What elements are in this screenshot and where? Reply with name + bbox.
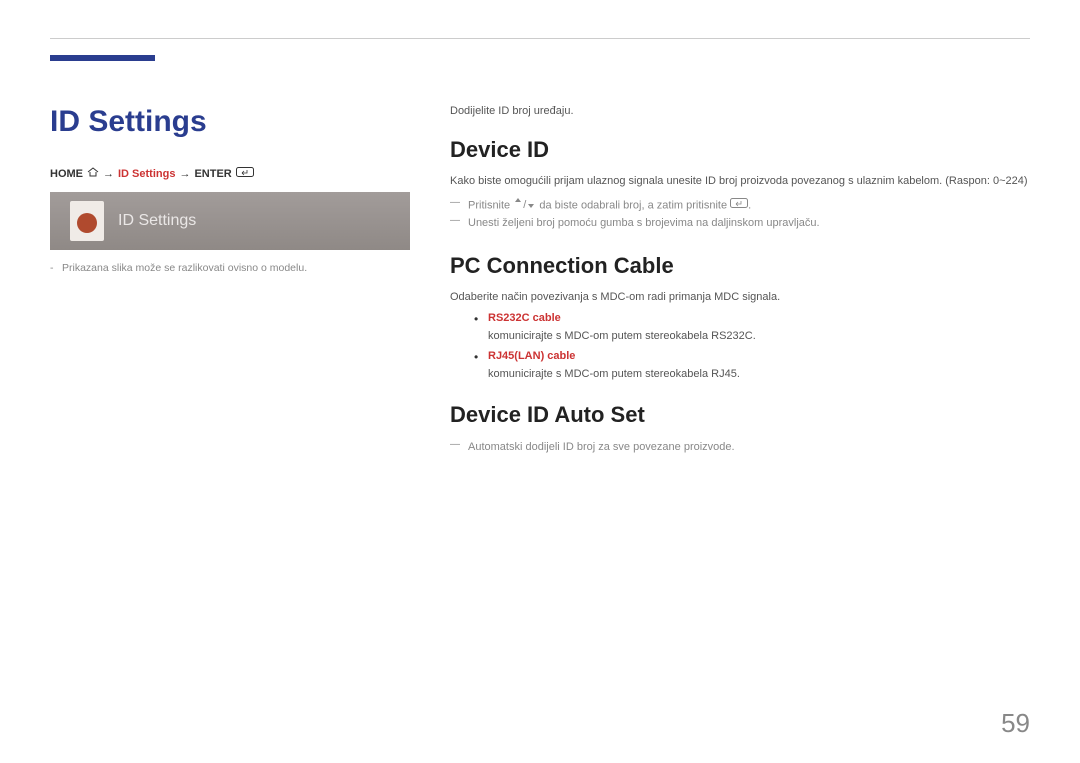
- top-divider: [50, 38, 1030, 39]
- breadcrumb-current: ID Settings: [118, 168, 175, 180]
- note-fragment: Pritisnite: [468, 199, 513, 211]
- menu-preview-label: ID Settings: [118, 212, 196, 230]
- auto-set-notes: Automatski dodijeli ID broj za sve povez…: [450, 438, 1030, 457]
- breadcrumb: HOME → ID Settings → ENTER: [50, 167, 410, 180]
- breadcrumb-enter: ENTER: [194, 168, 231, 180]
- list-item: Automatski dodijeli ID broj za sve povez…: [450, 438, 1030, 457]
- breadcrumb-arrow: →: [179, 168, 190, 180]
- left-column: ID Settings HOME → ID Settings → ENTER I…: [50, 40, 410, 763]
- disclaimer-text: Prikazana slika može se razlikovati ovis…: [50, 262, 410, 274]
- note-fragment: .: [748, 199, 751, 211]
- page-title: ID Settings: [50, 105, 410, 139]
- heading-pc-cable: PC Connection Cable: [450, 253, 1030, 279]
- option-name: RS232C cable: [488, 312, 1030, 324]
- list-item: RS232C cable komunicirajte s MDC-om pute…: [474, 312, 1030, 344]
- pc-cable-body: Odaberite način povezivanja s MDC-om rad…: [450, 289, 1030, 306]
- list-item: Unesti željeni broj pomoću gumba s broje…: [450, 214, 1030, 233]
- option-desc: komunicirajte s MDC-om putem stereokabel…: [488, 330, 756, 342]
- enter-icon: [236, 167, 254, 180]
- device-id-body: Kako biste omogućili prijam ulaznog sign…: [450, 173, 1030, 190]
- breadcrumb-arrow: →: [103, 168, 114, 180]
- home-icon: [87, 167, 99, 180]
- accent-bar: [50, 55, 155, 61]
- breadcrumb-home: HOME: [50, 168, 83, 180]
- list-item: RJ45(LAN) cable komunicirajte s MDC-om p…: [474, 350, 1030, 382]
- intro-text: Dodijelite ID broj uređaju.: [450, 105, 1030, 117]
- device-id-notes: Pritisnite / da biste odabrali broj, a z…: [450, 196, 1030, 234]
- menu-preview: ID Settings: [50, 192, 410, 250]
- up-down-arrow-icon: /: [513, 199, 536, 211]
- option-desc: komunicirajte s MDC-om putem stereokabel…: [488, 368, 740, 380]
- pc-cable-options: RS232C cable komunicirajte s MDC-om pute…: [474, 312, 1030, 382]
- enter-icon: [730, 199, 748, 211]
- right-column: Dodijelite ID broj uređaju. Device ID Ka…: [450, 40, 1030, 763]
- id-badge-icon: [70, 201, 104, 241]
- page-container: ID Settings HOME → ID Settings → ENTER I…: [0, 0, 1080, 763]
- page-number: 59: [1001, 708, 1030, 739]
- heading-auto-set: Device ID Auto Set: [450, 402, 1030, 428]
- option-name: RJ45(LAN) cable: [488, 350, 1030, 362]
- note-fragment: da biste odabrali broj, a zatim pritisni…: [536, 199, 730, 211]
- list-item: Pritisnite / da biste odabrali broj, a z…: [450, 196, 1030, 215]
- heading-device-id: Device ID: [450, 137, 1030, 163]
